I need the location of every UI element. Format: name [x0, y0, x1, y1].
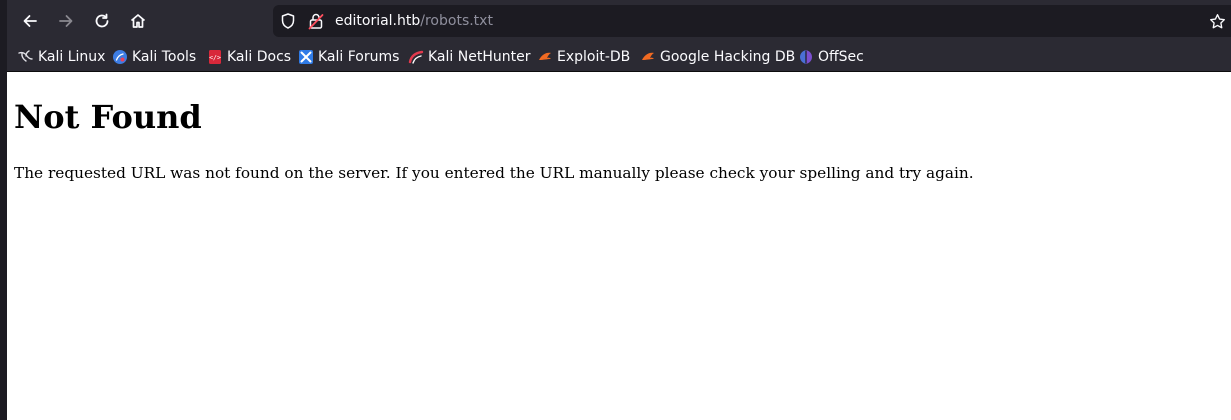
bookmark-label: Exploit-DB: [557, 49, 631, 65]
bookmark-label: Kali Tools: [132, 49, 197, 65]
bookmark-label: OffSec: [818, 49, 864, 65]
bookmark-star-icon[interactable]: [1209, 13, 1226, 34]
bookmark-kali-linux[interactable]: Kali Linux: [18, 48, 105, 66]
tracking-shield-icon[interactable]: [279, 12, 297, 34]
kali-forums-icon: [299, 50, 313, 64]
bookmarks-toolbar: Kali Linux Kali Tools </> Kali Docs Kali…: [0, 42, 1231, 72]
bookmark-kali-nethunter[interactable]: Kali NetHunter: [408, 48, 530, 66]
forward-button[interactable]: [51, 6, 81, 36]
url-host: editorial.htb: [335, 13, 421, 29]
kali-nethunter-icon: [408, 50, 424, 64]
bookmark-label: Kali NetHunter: [428, 49, 531, 65]
url-bar[interactable]: editorial.htb/robots.txt: [273, 5, 1231, 37]
nav-toolbar: editorial.htb/robots.txt: [0, 0, 1231, 42]
offsec-icon: [800, 50, 812, 64]
bookmark-label: Kali Linux: [38, 49, 106, 65]
browser-window: editorial.htb/robots.txt Kali Linux Kali…: [0, 0, 1231, 420]
back-arrow-icon: [23, 15, 37, 27]
page-heading: Not Found: [14, 98, 202, 136]
home-button[interactable]: [123, 6, 153, 36]
url-text[interactable]: editorial.htb/robots.txt: [335, 12, 493, 30]
insecure-lock-icon[interactable]: [307, 12, 325, 34]
svg-text:</>: </>: [209, 54, 221, 62]
bookmark-google-hacking-db[interactable]: Google Hacking DB: [640, 48, 795, 66]
kali-tools-icon: [113, 50, 127, 64]
kali-dragon-icon: [18, 50, 33, 62]
bookmark-label: Google Hacking DB: [660, 49, 796, 65]
forward-arrow-icon: [59, 15, 73, 27]
url-path: /robots.txt: [420, 13, 493, 29]
bookmark-label: Kali Docs: [227, 49, 292, 65]
bookmark-kali-forums[interactable]: Kali Forums: [298, 48, 399, 66]
bookmark-exploit-db[interactable]: Exploit-DB: [537, 48, 630, 66]
reload-icon: [95, 13, 109, 28]
bookmark-kali-tools[interactable]: Kali Tools: [112, 48, 196, 66]
bookmark-label: Kali Forums: [318, 49, 400, 65]
back-button[interactable]: [15, 6, 45, 36]
home-icon: [130, 14, 146, 28]
page-content: Not Found The requested URL was not foun…: [7, 73, 1231, 420]
ghdb-icon: [642, 52, 654, 60]
error-message: The requested URL was not found on the s…: [14, 164, 974, 182]
kali-docs-icon: </>: [209, 50, 221, 64]
window-edge: [0, 0, 7, 420]
reload-button[interactable]: [87, 6, 117, 36]
bookmark-kali-docs[interactable]: </> Kali Docs: [207, 48, 291, 66]
bookmark-offsec[interactable]: OffSec: [798, 48, 864, 66]
exploit-db-icon: [539, 52, 551, 60]
